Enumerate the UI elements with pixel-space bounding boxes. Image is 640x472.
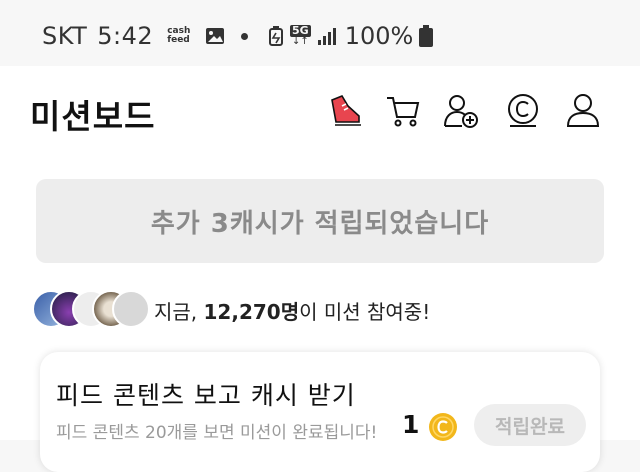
status-bar: SKT 5:42 cash feed 5G ↓↑ 100% <box>0 0 640 66</box>
network-5g-icon: 5G ↓↑ <box>290 24 311 47</box>
gallery-icon <box>206 28 225 44</box>
reward-amount: 1 <box>402 410 420 439</box>
status-left: SKT 5:42 cash feed <box>42 22 249 50</box>
battery-icon <box>419 25 434 47</box>
clock: 5:42 <box>97 22 154 50</box>
cashfeed-icon: cash feed <box>167 26 191 45</box>
status-right: 5G ↓↑ 100% <box>268 22 439 50</box>
shoe-icon[interactable] <box>326 92 364 130</box>
participant-count: 12,270명 <box>203 299 300 324</box>
mission-description: 피드 콘텐츠 20개를 보면 미션이 완료됩니다! <box>56 423 378 443</box>
participants-text: 지금, 12,270명이 미션 참여중! <box>154 299 431 324</box>
avatar <box>112 290 150 328</box>
cash-earned-notice: 추가 3캐시가 적립되었습니다 <box>36 179 604 263</box>
signal-icon <box>317 28 336 45</box>
notification-dot-icon <box>241 32 249 40</box>
page-title: 미션보드 <box>30 97 156 136</box>
add-friend-icon[interactable] <box>442 92 480 130</box>
battery-percent: 100% <box>344 22 414 50</box>
mission-card[interactable]: 피드 콘텐츠 보고 캐시 받기 피드 콘텐츠 20개를 보면 미션이 완료됩니다… <box>40 352 600 472</box>
mission-board-screen: 미션보드 추가 3캐시가 적립되었습니다 지금, 12,270명이 미션 참여중… <box>0 66 640 472</box>
carrier-label: SKT <box>42 22 88 50</box>
battery-saver-icon <box>269 26 283 46</box>
mission-title: 피드 콘텐츠 보고 캐시 받기 <box>56 381 356 410</box>
cart-icon[interactable] <box>384 92 422 130</box>
profile-icon[interactable] <box>564 92 602 130</box>
participants-row: 지금, 12,270명이 미션 참여중! <box>32 288 430 332</box>
participant-avatars <box>32 290 150 330</box>
coin-history-icon[interactable] <box>504 92 542 130</box>
coin-icon <box>429 413 457 441</box>
